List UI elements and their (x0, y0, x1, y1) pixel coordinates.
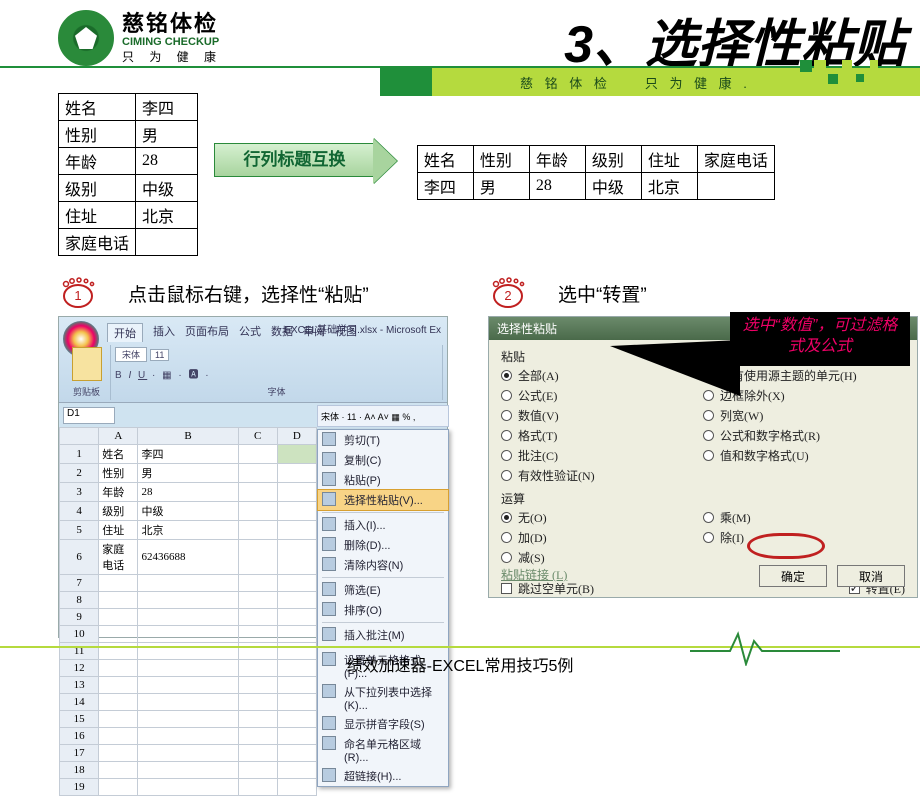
radio-option[interactable]: 批注(C) (501, 447, 703, 464)
spreadsheet-grid[interactable]: ABCD1姓名李四2性别男3年龄284级别中级5住址北京6家庭电话6243668… (59, 427, 317, 637)
table-cell: 中级 (136, 175, 198, 202)
name-box[interactable]: D1 (63, 407, 115, 424)
table-cell (697, 173, 774, 200)
table-cell: 年龄 (529, 146, 585, 173)
ok-button[interactable]: 确定 (759, 565, 827, 587)
paste-link-button[interactable]: 粘贴链接 (L) (501, 566, 567, 583)
table-cell: 男 (473, 173, 529, 200)
arrow-label: 行列标题互换 (215, 144, 373, 176)
context-menu-item[interactable]: 删除(D)... (318, 535, 448, 555)
context-menu-item[interactable]: 命名单元格区域(R)... (318, 734, 448, 766)
table-cell: 李四 (417, 173, 473, 200)
table-cell: 家庭电话 (697, 146, 774, 173)
table-cell: 家庭电话 (59, 229, 136, 256)
ribbon-tab[interactable]: 插入 (153, 323, 175, 342)
footer-text: 绩效加速器-EXCEL常用技巧5例 (0, 652, 920, 676)
radio-option[interactable]: 乘(M) (703, 509, 905, 526)
operation-group-label: 运算 (501, 490, 905, 507)
footprint-icon: 1 (58, 276, 114, 310)
context-menu-item[interactable]: 选择性粘贴(V)... (317, 489, 449, 511)
transform-arrow: 行列标题互换 (214, 143, 374, 177)
brand-logo: 慈铭体检 CIMING CHECKUP 只 为 健 康 (58, 10, 222, 66)
vertical-table: 姓名李四性别男年龄28级别中级住址北京家庭电话 (58, 93, 198, 256)
context-menu-item[interactable]: 复制(C) (318, 450, 448, 470)
radio-option[interactable]: 列宽(W) (703, 407, 905, 424)
context-menu-item[interactable]: 插入批注(M) (318, 625, 448, 645)
table-cell: 级别 (59, 175, 136, 202)
radio-option[interactable]: 格式(T) (501, 427, 703, 444)
radio-option[interactable]: 值和数字格式(U) (703, 447, 905, 464)
context-menu-item[interactable]: 显示拼音字段(S) (318, 714, 448, 734)
table-cell: 姓名 (59, 94, 136, 121)
ribbon-tab[interactable]: 页面布局 (185, 323, 229, 342)
radio-option[interactable]: 减(S) (501, 549, 703, 566)
paste-icon[interactable] (72, 347, 102, 381)
radio-option[interactable]: 除(I) (703, 529, 905, 546)
window-title: EXCEL基础学习.xlsx - Microsoft Ex (284, 321, 441, 336)
logo-mark-icon (58, 10, 114, 66)
radio-option[interactable]: 公式和数字格式(R) (703, 427, 905, 444)
context-menu-item[interactable]: 清除内容(N) (318, 555, 448, 575)
radio-option[interactable]: 加(D) (501, 529, 703, 546)
radio-option[interactable]: 有效性验证(N) (501, 467, 703, 484)
ribbon-tab[interactable]: 公式 (239, 323, 261, 342)
svg-text:2: 2 (504, 288, 511, 303)
context-menu-item[interactable]: 插入(I)... (318, 515, 448, 535)
step2-text: 选中“转置” (558, 280, 647, 307)
table-cell: 28 (529, 173, 585, 200)
horizontal-table: 姓名性别年龄级别住址家庭电话李四男28中级北京 (417, 145, 775, 200)
svg-text:1: 1 (74, 288, 81, 303)
table-cell: 中级 (585, 173, 641, 200)
excel-screenshot: 开始插入页面布局公式数据审阅视图 EXCEL基础学习.xlsx - Micros… (58, 316, 448, 638)
radio-option[interactable]: 无(O) (501, 509, 703, 526)
table-cell: 28 (136, 148, 198, 175)
cancel-button[interactable]: 取消 (837, 565, 905, 587)
callout-bubble: 选中“数值”，可过滤格式及公式 (730, 312, 910, 366)
ribbon-tab[interactable]: 开始 (107, 323, 143, 342)
context-menu[interactable]: 剪切(T)复制(C)粘贴(P)选择性粘贴(V)... 插入(I)...删除(D).… (317, 429, 449, 787)
brand-name-en: CIMING CHECKUP (122, 36, 222, 48)
table-cell: 李四 (136, 94, 198, 121)
table-cell: 级别 (585, 146, 641, 173)
table-cell: 住址 (641, 146, 697, 173)
table-cell: 北京 (136, 202, 198, 229)
table-cell: 北京 (641, 173, 697, 200)
table-cell: 年龄 (59, 148, 136, 175)
context-menu-item[interactable]: 筛选(E) (318, 580, 448, 600)
context-menu-item[interactable]: 粘贴(P) (318, 470, 448, 490)
table-cell: 性别 (59, 121, 136, 148)
brand-slogan: 只 为 健 康 (122, 51, 222, 64)
footprint-icon: 2 (488, 276, 544, 310)
table-cell: 姓名 (417, 146, 473, 173)
radio-option[interactable]: 数值(V) (501, 407, 703, 424)
context-menu-item[interactable]: 排序(O) (318, 600, 448, 620)
context-menu-item[interactable]: 超链接(H)... (318, 766, 448, 786)
table-cell (136, 229, 198, 256)
context-menu-item[interactable]: 从下拉列表中选择(K)... (318, 682, 448, 714)
brand-name-cn: 慈铭体检 (122, 12, 222, 36)
context-menu-item[interactable]: 剪切(T) (318, 430, 448, 450)
step1-text: 点击鼠标右键，选择性“粘贴” (128, 280, 369, 307)
table-cell: 住址 (59, 202, 136, 229)
slide-header: 慈铭体检 CIMING CHECKUP 只 为 健 康 3、选择性粘贴 慈 铭 … (0, 0, 920, 85)
mini-toolbar[interactable]: 宋体 · 11 · A˄ A˅ ▦ % , (317, 405, 449, 427)
table-cell: 男 (136, 121, 198, 148)
table-cell: 性别 (473, 146, 529, 173)
